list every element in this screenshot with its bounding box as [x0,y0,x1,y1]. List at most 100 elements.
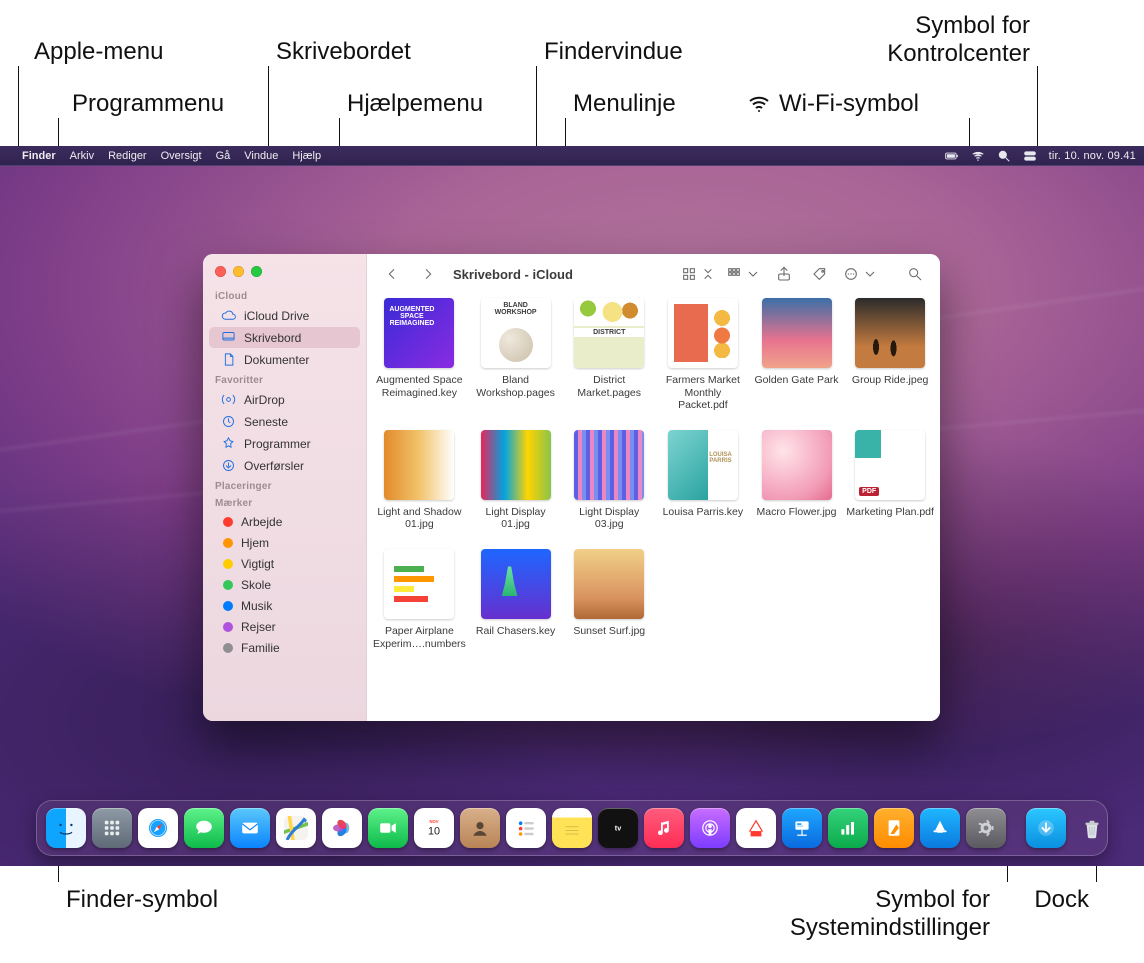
dock-pages[interactable] [874,808,914,848]
dock-reminders[interactable] [506,808,546,848]
desktop[interactable]: Finder Arkiv Rediger Oversigt Gå Vindue … [0,146,1144,866]
file-item[interactable]: Paper Airplane Experim….numbers [373,549,466,650]
sidebar-item-label: iCloud Drive [244,309,309,323]
airdrop-icon [221,392,236,407]
tag-dot-icon [223,517,233,527]
file-grid: Augmented Space Reimagined.keyBland Work… [367,294,940,721]
sidebar-item[interactable]: Dokumenter [209,349,360,370]
window-minimize[interactable] [233,266,244,277]
file-name: Louisa Parris.key [663,506,744,519]
nav-back[interactable] [379,263,405,285]
dock-mail[interactable] [230,808,270,848]
dock-news[interactable] [736,808,776,848]
finder-toolbar: Skrivebord - iCloud [367,254,940,294]
dock-trash[interactable] [1072,808,1112,848]
dock-finder[interactable] [46,808,86,848]
menu-rediger[interactable]: Rediger [108,150,147,162]
battery-icon[interactable] [945,149,959,163]
window-close[interactable] [215,266,226,277]
sidebar-item-label: Overførsler [244,459,304,473]
file-item[interactable]: District Market.pages [565,298,653,412]
file-thumbnail [481,549,551,619]
file-item[interactable]: Light Display 03.jpg [565,430,653,531]
sidebar-item[interactable]: Skrivebord [209,327,360,348]
menu-arkiv[interactable]: Arkiv [70,150,94,162]
spotlight-icon[interactable] [997,149,1011,163]
sidebar-item[interactable]: Familie [209,638,360,658]
sidebar-item[interactable]: Arbejde [209,512,360,532]
file-item[interactable]: Golden Gate Park [753,298,841,412]
sidebar-group: iCloud [203,287,366,304]
tag-dot-icon [223,601,233,611]
dock-numbers[interactable] [828,808,868,848]
dock-safari[interactable] [138,808,178,848]
finder-window[interactable]: iCloud iCloud Drive SkrivebordDokumenter Fa… [203,254,940,721]
file-thumbnail [574,430,644,500]
file-item[interactable]: Light and Shadow 01.jpg [373,430,466,531]
wifi-status-icon[interactable] [971,149,985,163]
tag-dot-icon [223,643,233,653]
file-thumbnail [481,298,551,368]
file-item[interactable]: Group Ride.jpeg [846,298,934,412]
file-item[interactable]: Sunset Surf.jpg [565,549,653,650]
dock-notes[interactable] [552,808,592,848]
dock-music[interactable] [644,808,684,848]
file-thumbnail [668,298,738,368]
dock-tv[interactable]: tv [598,808,638,848]
sidebar-item[interactable]: Musik [209,596,360,616]
window-maximize[interactable] [251,266,262,277]
sidebar-item[interactable]: Vigtigt [209,554,360,574]
dock-appstore[interactable] [920,808,960,848]
sidebar-item-label: Vigtigt [241,557,274,571]
file-name: Farmers Market Monthly Packet.pdf [659,374,747,412]
sidebar-item[interactable]: Skole [209,575,360,595]
more-actions[interactable] [843,266,878,282]
sidebar-item[interactable]: AirDrop [209,389,360,410]
dock-maps[interactable] [276,808,316,848]
dock-keynote[interactable] [782,808,822,848]
file-item[interactable]: Bland Workshop.pages [472,298,560,412]
file-item[interactable]: Rail Chasers.key [472,549,560,650]
sidebar-item[interactable]: Programmer [209,433,360,454]
sidebar-item[interactable]: iCloud Drive [209,305,360,326]
sidebar-item[interactable]: Overførsler [209,455,360,476]
tag-dot-icon [223,559,233,569]
file-item[interactable]: Macro Flower.jpg [753,430,841,531]
sidebar-item-label: AirDrop [244,393,285,407]
tags-button[interactable] [807,263,833,285]
file-item[interactable]: Light Display 01.jpg [472,430,560,531]
menu-oversigt[interactable]: Oversigt [161,150,202,162]
file-thumbnail [574,549,644,619]
dock-downloads[interactable] [1026,808,1066,848]
file-thumbnail [574,298,644,368]
sidebar-item[interactable]: Seneste [209,411,360,432]
callout-menubar: Menulinje [573,90,676,118]
tag-dot-icon [223,622,233,632]
dock-launchpad[interactable] [92,808,132,848]
share-button[interactable] [771,263,797,285]
file-item[interactable]: Louisa Parris.key [659,430,747,531]
file-item[interactable]: Augmented Space Reimagined.key [373,298,466,412]
menu-vindue[interactable]: Vindue [244,150,278,162]
search-button[interactable] [902,263,928,285]
menubar-datetime[interactable]: tir. 10. nov. 09.41 [1049,150,1136,162]
file-thumbnail [855,298,925,368]
nav-forward[interactable] [415,263,441,285]
dock-podcasts[interactable] [690,808,730,848]
menu-help[interactable]: Hjælp [292,150,321,162]
view-switch[interactable] [681,266,716,282]
dock-facetime[interactable] [368,808,408,848]
dock-messages[interactable] [184,808,224,848]
sidebar-item[interactable]: Hjem [209,533,360,553]
dock-contacts[interactable] [460,808,500,848]
file-item[interactable]: Farmers Market Monthly Packet.pdf [659,298,747,412]
dock-photos[interactable] [322,808,362,848]
sidebar-item[interactable]: Rejser [209,617,360,637]
dock-calendar[interactable]: NOV10 [414,808,454,848]
dock-system-preferences[interactable] [966,808,1006,848]
control-center-icon[interactable] [1023,149,1037,163]
file-item[interactable]: Marketing Plan.pdf [846,430,934,531]
group-by[interactable] [726,266,761,282]
menu-gaa[interactable]: Gå [216,150,231,162]
app-menu[interactable]: Finder [22,150,56,162]
